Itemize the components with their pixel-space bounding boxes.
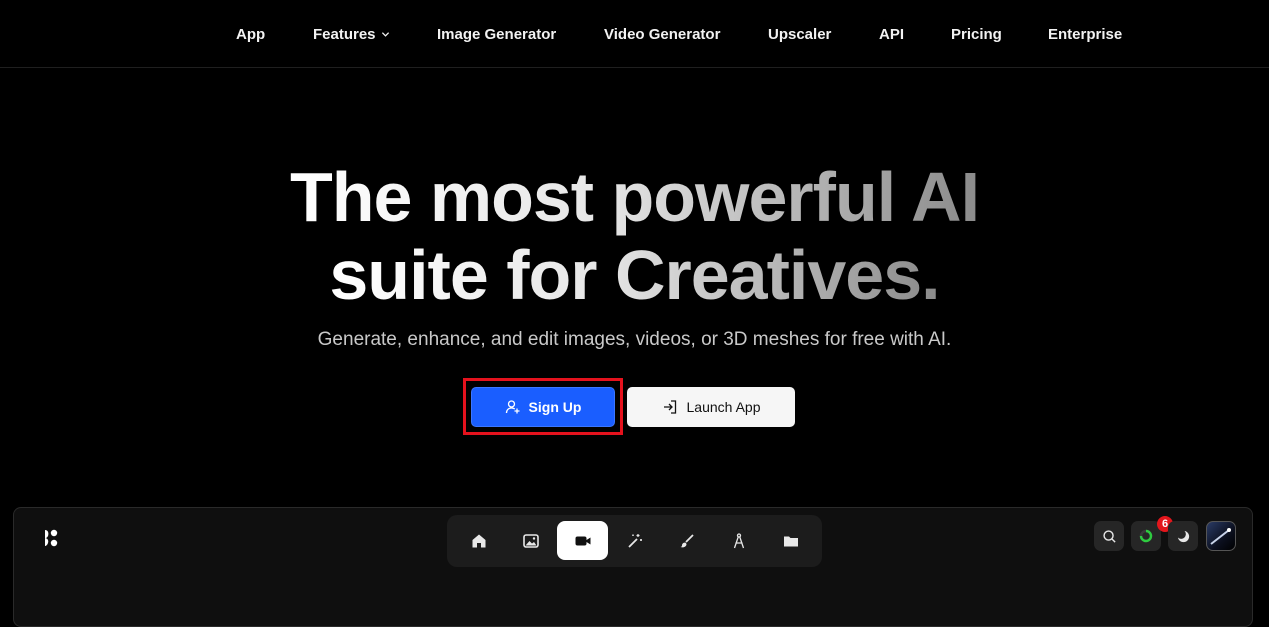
tool-assets[interactable] <box>765 521 816 560</box>
folder-icon <box>783 536 798 546</box>
launch-app-button[interactable]: Launch App <box>627 387 795 427</box>
signup-highlight-box: Sign Up <box>463 378 623 435</box>
user-avatar[interactable] <box>1206 521 1236 551</box>
nav-item-label: API <box>879 25 905 43</box>
nav-item-upscaler[interactable]: Upscaler <box>768 24 831 44</box>
sign-up-button[interactable]: Sign Up <box>471 387 615 427</box>
nav-item-label: Image Generator <box>437 25 557 43</box>
tool-edit[interactable] <box>661 521 712 560</box>
nav-item-label: Pricing <box>951 25 1002 43</box>
image-icon <box>522 533 539 548</box>
home-icon <box>472 534 485 547</box>
tool-home[interactable] <box>453 521 504 560</box>
krea-logo-icon <box>45 529 58 547</box>
nav-item-video-generator[interactable]: Video Generator <box>604 24 720 44</box>
nav-item-enterprise[interactable]: Enterprise <box>1048 24 1122 44</box>
search-button[interactable] <box>1094 521 1124 551</box>
moon-icon <box>1175 528 1189 542</box>
avatar-comet-icon <box>1210 528 1231 545</box>
headline-line-1: The most powerful AI <box>289 158 980 236</box>
hero-headline: The most powerful AI suite for Creatives… <box>0 158 1269 314</box>
tool-enhance[interactable] <box>609 521 660 560</box>
nav-item-pricing[interactable]: Pricing <box>951 24 1002 44</box>
magic-wand-icon <box>627 533 642 548</box>
app-preview-window: 6 <box>13 507 1253 627</box>
search-icon <box>1102 529 1116 543</box>
nav-item-image-generator[interactable]: Image Generator <box>437 24 556 44</box>
nav-item-label: Features <box>313 25 376 43</box>
nav-item-app[interactable]: App <box>236 24 265 44</box>
sign-in-arrow-icon <box>663 400 676 414</box>
nav-item-label: Video Generator <box>604 25 721 43</box>
top-navigation: App Features Image Generator Video Gener… <box>0 0 1269 68</box>
user-plus-icon <box>505 400 520 414</box>
nav-item-features[interactable]: Features <box>313 24 390 44</box>
hero-subheadline: Generate, enhance, and edit images, vide… <box>317 329 952 350</box>
headline-line-2: suite for Creatives. <box>329 236 940 314</box>
tool-image[interactable] <box>505 521 556 560</box>
nav-item-label: App <box>236 25 266 43</box>
video-camera-icon <box>575 536 590 545</box>
compass-icon <box>733 532 744 548</box>
tool-toolbar <box>447 515 822 567</box>
theme-toggle-button[interactable] <box>1168 521 1198 551</box>
tool-video[interactable] <box>557 521 608 560</box>
progress-ring-icon <box>1139 529 1153 543</box>
chevron-down-icon <box>381 31 389 37</box>
tool-3d[interactable] <box>713 521 764 560</box>
nav-item-api[interactable]: API <box>879 24 904 44</box>
sign-up-label: Sign Up <box>528 399 582 415</box>
launch-app-label: Launch App <box>686 399 761 415</box>
nav-item-label: Upscaler <box>768 25 832 43</box>
nav-item-label: Enterprise <box>1048 25 1123 43</box>
brush-icon <box>680 533 694 547</box>
